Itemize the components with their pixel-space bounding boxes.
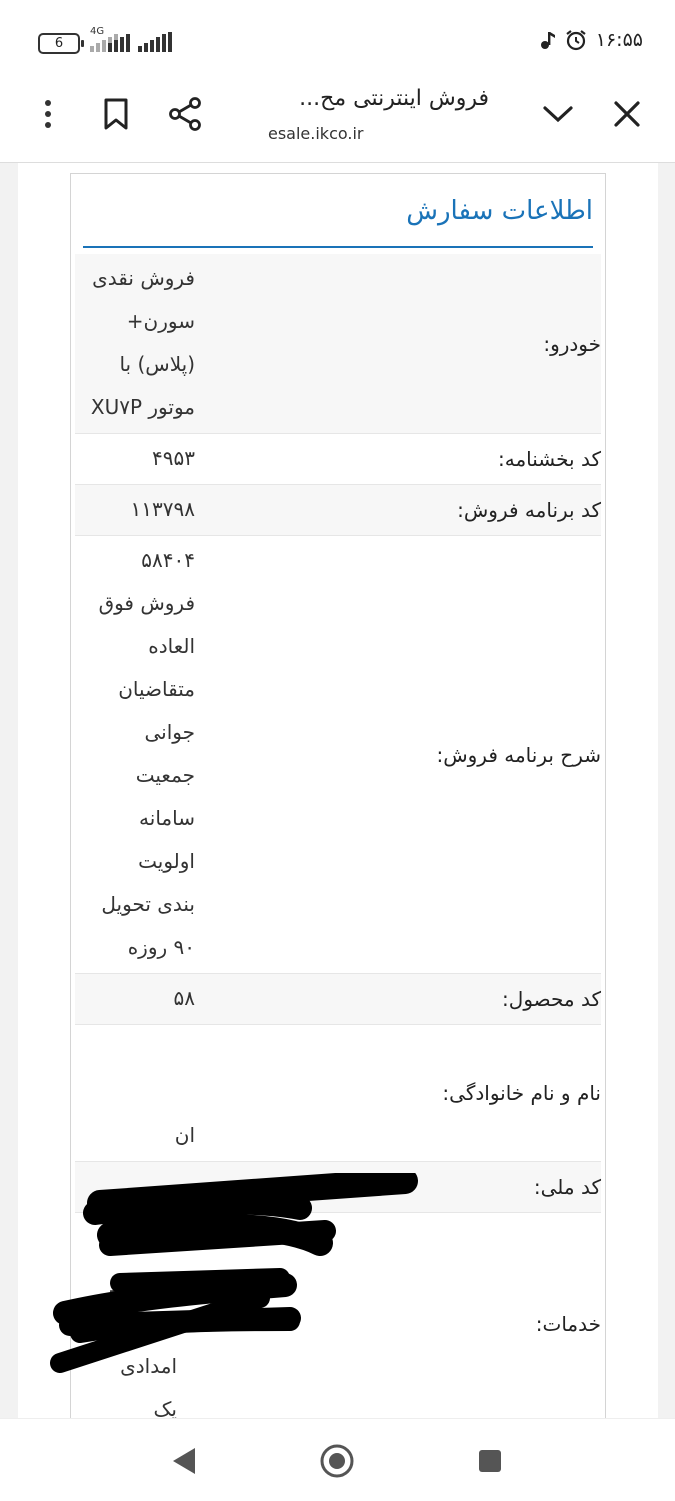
value-line: موتور XU۷P: [90, 395, 195, 419]
value-line: سامانه: [139, 806, 195, 830]
value-line: [75, 1071, 195, 1114]
more-vert-icon: [45, 100, 51, 128]
close-tab-button[interactable]: [605, 92, 649, 136]
bookmark-button[interactable]: [94, 92, 138, 136]
order-row: کد ملی:: [75, 1162, 601, 1213]
signal-strength-icon: [102, 32, 130, 52]
order-row: کد برنامه فروش: ۱۱۳۷۹۸: [75, 485, 601, 536]
order-row-label: کد محصول:: [502, 987, 601, 1011]
value-line: امدادی: [120, 1354, 177, 1378]
page-title[interactable]: فروش اینترنتی مح...: [299, 86, 489, 111]
more-options-button[interactable]: [26, 92, 70, 136]
order-info-title: اطلاعات سفارش: [406, 196, 593, 226]
value-line: [75, 1028, 195, 1071]
value-line: جمعیت: [135, 763, 195, 787]
close-icon: [614, 101, 640, 127]
order-row-label: نام و نام خانوادگی:: [442, 1081, 601, 1105]
value-line: فروش نقدی: [92, 266, 195, 290]
value-line: سرویسهای: [85, 1311, 177, 1335]
signal-secondary-icon: [138, 32, 172, 52]
system-nav-bar: [0, 1418, 675, 1501]
home-circle-icon: [320, 1444, 354, 1478]
home-button[interactable]: [315, 1439, 359, 1483]
back-button[interactable]: [162, 1439, 206, 1483]
share-button[interactable]: [163, 92, 207, 136]
battery-level: 6: [54, 36, 64, 51]
value-line: ۵۸۴۰۴: [141, 548, 195, 572]
order-info-table: خودرو: فروش نقدی سورن+ (پلاس) با موتور XU۷P ک…: [75, 254, 601, 1418]
value-line: العاده: [148, 634, 195, 658]
recents-square-icon: [479, 1450, 501, 1472]
value-line: سورن+: [126, 309, 195, 333]
title-divider: [83, 246, 593, 248]
order-row: نام و نام خانوادگی: ان: [75, 1025, 601, 1162]
bookmark-icon: [104, 98, 128, 130]
value-line: ۴۹۵۳: [152, 446, 195, 470]
value-line: فروش فوق: [98, 591, 195, 615]
value-line: ۱۱۳۷۹۸: [130, 497, 195, 521]
order-row: شرح برنامه فروش: ۵۸۴۰۴ فروش فوق العاده متقاض…: [75, 536, 601, 974]
order-row-label: خودرو:: [543, 331, 601, 356]
order-row-value: کارت طلایی و سرویسهای امدادی یک: [75, 1213, 195, 1418]
clock-time: ۱۶:۵۵: [595, 29, 643, 51]
expand-button[interactable]: [536, 92, 580, 136]
order-row-value: ان: [75, 1025, 195, 1161]
value-line: بندی تحویل: [101, 892, 195, 916]
order-row-value: ۱۱۳۷۹۸: [75, 485, 195, 535]
value-line: ۵۸: [173, 986, 195, 1010]
browser-toolbar: فروش اینترنتی مح... esale.ikco.ir: [0, 80, 675, 163]
order-row-value: ۴۹۵۳: [75, 434, 195, 484]
value-line: اولویت: [138, 849, 195, 873]
music-note-icon: [540, 32, 555, 49]
back-triangle-icon: [173, 1448, 195, 1474]
value-line: ۹۰ روزه: [127, 935, 195, 959]
order-row-label: کد برنامه فروش:: [457, 498, 601, 522]
web-content[interactable]: اطلاعات سفارش خودرو: فروش نقدی سورن+ (پلاس)…: [0, 163, 675, 1418]
status-right-group: ۱۶:۵۵: [540, 28, 643, 52]
value-line: کارت: [132, 1225, 177, 1249]
value-line: جوانی: [144, 720, 196, 744]
order-row-value: [75, 1162, 195, 1212]
value-line: طلایی و: [110, 1268, 177, 1292]
order-row-value: ۵۸: [75, 974, 195, 1024]
value-line: یک: [153, 1397, 177, 1418]
status-bar: 6 4G ۱۶:۵۵: [0, 0, 675, 80]
order-row-label: کد ملی:: [533, 1175, 601, 1199]
recents-button[interactable]: [468, 1439, 512, 1483]
alarm-icon: [566, 30, 586, 51]
order-row: خدمات: کارت طلایی و سرویسهای امدادی یک: [75, 1213, 601, 1418]
order-row-label: خدمات:: [535, 1312, 601, 1336]
order-row: خودرو: فروش نقدی سورن+ (پلاس) با موتور XU۷P: [75, 254, 601, 434]
value-line: متقاضیان: [118, 677, 195, 701]
battery-icon: 6: [38, 33, 84, 54]
order-row-value: ۵۸۴۰۴ فروش فوق العاده متقاضیان جوانی جمعیت سام…: [75, 536, 195, 973]
share-icon: [169, 97, 201, 131]
value-line: [75, 1165, 195, 1208]
value-line: (پلاس) با: [119, 352, 195, 376]
order-row-label: شرح برنامه فروش:: [436, 742, 601, 767]
order-row: کد بخشنامه: ۴۹۵۳: [75, 434, 601, 485]
value-line: ان: [174, 1123, 195, 1147]
chevron-down-icon: [543, 106, 573, 123]
order-info-card: اطلاعات سفارش خودرو: فروش نقدی سورن+ (پلاس)…: [70, 173, 606, 1418]
order-row: کد محصول: ۵۸: [75, 974, 601, 1025]
page-url[interactable]: esale.ikco.ir: [268, 124, 363, 143]
service-item: کارت طلایی و سرویسهای امدادی یک: [75, 1216, 177, 1418]
order-row-label: کد بخشنامه:: [498, 447, 601, 471]
order-row-value: فروش نقدی سورن+ (پلاس) با موتور XU۷P: [75, 254, 195, 433]
